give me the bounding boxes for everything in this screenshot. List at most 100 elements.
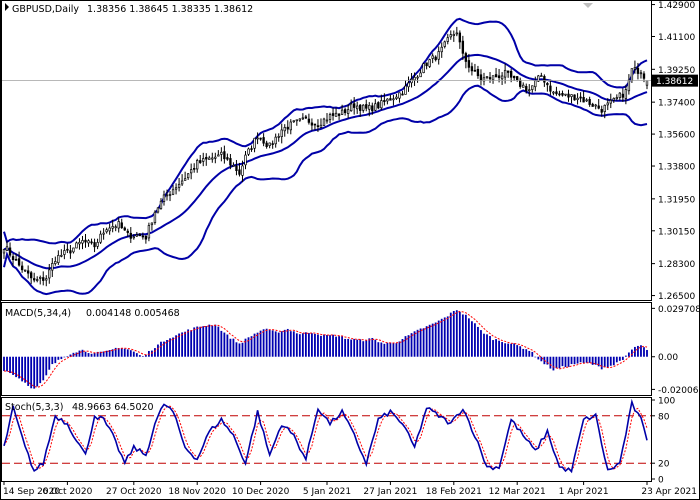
macd-bar <box>386 342 389 357</box>
macd-bar <box>57 356 60 360</box>
macd-bar <box>615 356 618 363</box>
macd-bar <box>332 334 334 357</box>
macd-bar <box>9 356 11 374</box>
macd-bar <box>643 347 645 357</box>
candle-body <box>108 227 111 232</box>
candle-body <box>250 148 253 150</box>
candle-body <box>26 270 30 274</box>
macd-bar <box>45 356 48 376</box>
macd-bar <box>398 341 401 357</box>
macd-bar <box>39 356 42 384</box>
time-tick-label: 27 Jan 2021 <box>363 487 417 497</box>
candle-body <box>304 116 308 119</box>
candle-body <box>642 73 646 79</box>
candle-body <box>383 100 386 103</box>
candle-body <box>168 194 172 196</box>
candle-body <box>319 124 323 128</box>
macd-bar <box>54 356 57 364</box>
macd-bar <box>461 314 464 357</box>
candle-body <box>455 32 458 35</box>
candle-body <box>446 37 449 42</box>
macd-bar <box>265 328 268 357</box>
macd-bar <box>311 333 313 357</box>
macd-bar <box>344 338 347 357</box>
macd-bar <box>90 353 93 357</box>
macd-bar <box>172 337 174 357</box>
candle-body <box>132 236 135 239</box>
candle-body <box>359 104 362 111</box>
ohlc-values: 1.38356 1.38645 1.38335 1.38612 <box>87 4 253 15</box>
candle <box>377 101 380 110</box>
candle-body <box>612 97 615 101</box>
macd-bar <box>292 331 295 357</box>
price-tick-label: 1.28300 <box>658 260 695 270</box>
candle-body <box>630 68 634 81</box>
candle-body <box>352 103 356 108</box>
candle-body <box>241 165 244 176</box>
macd-bar <box>380 342 383 357</box>
macd-bar <box>374 339 377 357</box>
macd-bar <box>78 350 81 357</box>
macd-bar <box>474 323 476 357</box>
candle-body <box>428 59 431 67</box>
macd-bar <box>335 336 337 357</box>
time-tick-label: 18 Feb 2021 <box>426 487 482 497</box>
macd-bar <box>326 334 328 357</box>
candle-body <box>165 194 169 197</box>
candle-body <box>340 109 344 115</box>
macd-bar <box>510 343 513 357</box>
candle-body <box>17 258 21 266</box>
candle-body <box>72 247 75 253</box>
macd-tick-label: 0.00 <box>658 353 678 363</box>
stoch-tick-label: 20 <box>658 460 670 470</box>
macd-bar <box>81 349 84 357</box>
macd-bar <box>618 356 621 361</box>
macd-bar <box>301 333 304 357</box>
macd-bar <box>449 312 452 357</box>
macd-bar <box>564 356 567 368</box>
candle-body <box>57 255 60 263</box>
candle-body <box>434 56 437 61</box>
price-tick-label: 1.37400 <box>658 99 695 109</box>
candle-body <box>582 97 585 103</box>
candle-body <box>29 272 33 279</box>
candle <box>428 58 431 68</box>
macd-tick-label: -0.020061 <box>658 386 700 396</box>
candle-body <box>573 94 576 101</box>
macd-bar <box>317 334 319 357</box>
macd-bar <box>624 355 627 357</box>
macd-bar <box>383 343 386 357</box>
candle-body <box>226 157 229 160</box>
macd-bar <box>495 339 497 357</box>
price-tick-label: 1.30150 <box>658 227 695 237</box>
candle-body <box>440 46 443 53</box>
macd-bar <box>392 343 395 357</box>
macd-bar <box>157 344 159 357</box>
macd-bar <box>187 329 190 357</box>
candle-body <box>147 225 151 239</box>
candle-body <box>594 104 597 107</box>
macd-bar <box>289 331 292 357</box>
macd-bar <box>549 356 552 369</box>
candle-body <box>528 89 531 92</box>
macd-bar <box>443 317 446 357</box>
candle-body <box>476 68 480 77</box>
macd-bar <box>637 345 639 357</box>
macd-bar <box>555 356 558 369</box>
candle-body <box>597 105 600 109</box>
candle-body <box>277 136 280 138</box>
macd-bar <box>184 331 187 357</box>
candle-body <box>621 93 625 98</box>
candle-body <box>69 250 72 254</box>
candle-body <box>624 89 628 99</box>
macd-bar <box>452 310 455 357</box>
candle-body <box>117 221 120 229</box>
stoch-panel-title: Stoch(5,3,3) <box>5 402 63 413</box>
candle-body <box>368 105 371 110</box>
candle-body <box>114 226 117 229</box>
candle-body <box>343 109 347 114</box>
macd-bar <box>356 339 359 357</box>
candle-body <box>90 241 93 244</box>
macd-bar <box>338 336 340 357</box>
stoch-tick-label: 80 <box>658 412 670 422</box>
